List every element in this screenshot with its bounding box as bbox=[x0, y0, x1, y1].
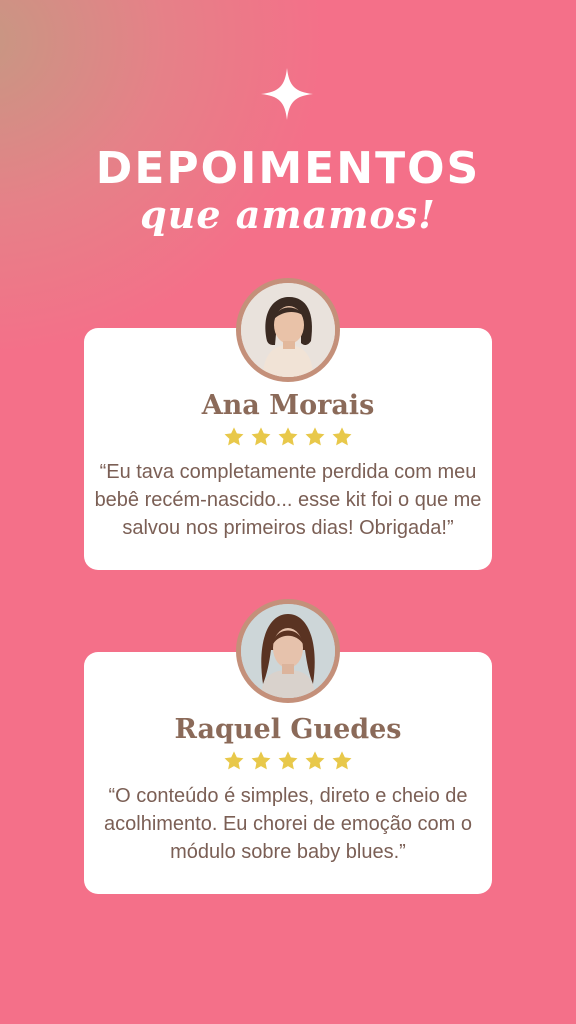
page-title: DEPOIMENTOS bbox=[95, 143, 481, 194]
star-icon bbox=[224, 427, 244, 446]
star-icon bbox=[224, 751, 244, 770]
testimonial-name: Raquel Guedes bbox=[174, 714, 402, 745]
star-icon bbox=[251, 751, 271, 770]
star-icon bbox=[332, 751, 352, 770]
star-rating bbox=[84, 426, 492, 448]
star-icon bbox=[305, 751, 325, 770]
page-subtitle: que amamos! bbox=[140, 192, 436, 237]
testimonial-quote: “Eu tava completamente perdida com meu b… bbox=[94, 461, 482, 539]
person-photo-icon bbox=[241, 283, 335, 377]
star-icon bbox=[332, 427, 352, 446]
star-icon bbox=[278, 427, 298, 446]
sparkle-icon bbox=[261, 68, 313, 120]
star-rating bbox=[84, 750, 492, 772]
star-icon bbox=[305, 427, 325, 446]
avatar bbox=[236, 599, 340, 703]
testimonial-quote: “O conteúdo é simples, direto e cheio de… bbox=[104, 785, 472, 863]
star-icon bbox=[278, 751, 298, 770]
testimonial-name: Ana Morais bbox=[201, 390, 375, 421]
star-icon bbox=[251, 427, 271, 446]
avatar bbox=[236, 278, 340, 382]
person-photo-icon bbox=[241, 604, 335, 698]
